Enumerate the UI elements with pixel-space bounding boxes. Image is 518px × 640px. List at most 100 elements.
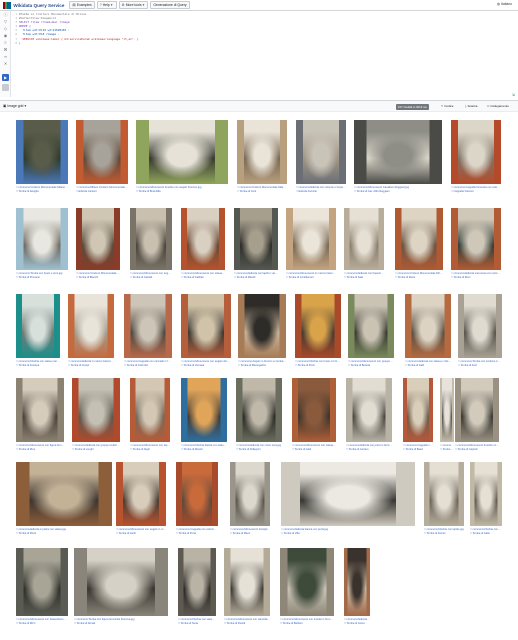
- image-file-link[interactable]: ⛶ commons:Edicola marmorea con cancello.…: [451, 272, 501, 275]
- image-file-link[interactable]: ⛶ commons:Monumento funebre con busto.jp…: [455, 444, 499, 447]
- image-file-link[interactable]: ⛶ commons:Monumento Famiglia Ponti.jpg: [230, 528, 270, 531]
- item-label-link[interactable]: ⛶ Tomba di Negri: [130, 448, 170, 451]
- thumbnail-image[interactable]: [16, 208, 68, 270]
- view-selector[interactable]: ▣ Image grid ▾: [3, 104, 27, 108]
- image-file-link[interactable]: ⛶ commons:Edicola con croce nera.jpg: [236, 444, 282, 447]
- image-card[interactable]: ⛶ commons:Edicola con bassorilievo.jpg⛶ …: [344, 208, 384, 284]
- run-query-button[interactable]: ▶: [2, 74, 9, 81]
- item-label-link[interactable]: ⛶ Tomba di Ferrari: [424, 532, 464, 535]
- image-file-link[interactable]: ⛶ commons:Cappella funeraria con colonne…: [451, 186, 501, 189]
- image-card[interactable]: ⛶ commons:Monumento Famiglia Ponti.jpg⛶ …: [230, 462, 270, 540]
- item-label-link[interactable]: ⛶ Tomba di Donati: [74, 622, 168, 625]
- image-file-link[interactable]: ⛶ commons:Monumento con statua in bronzo…: [292, 444, 336, 447]
- item-label-link[interactable]: ⛶ Tomba di Rizzi: [16, 622, 68, 625]
- image-file-link[interactable]: ⛶ commons:Cimitero Monumentale Milano - …: [16, 186, 68, 189]
- item-label-link[interactable]: ⛶ Tomba di Pirovano: [16, 276, 68, 279]
- image-card[interactable]: ⛶ commons:Cappella con colonne rosse.jpg…: [176, 462, 218, 540]
- thumbnail-image[interactable]: [178, 548, 216, 616]
- image-file-link[interactable]: ⛶ commons:Tomba con figura femminile bro…: [74, 618, 168, 621]
- image-card[interactable]: ⛶ commons:Monumento con figura femminile…: [16, 378, 64, 456]
- thumbnail-image[interactable]: [281, 462, 415, 526]
- thumbnail-image[interactable]: [76, 120, 128, 184]
- image-file-link[interactable]: ⛶ commons:Monumento funebre con angelo b…: [136, 186, 228, 189]
- examples-button[interactable]: ▤ Examples: [69, 1, 95, 9]
- image-file-link[interactable]: ⛶ commons:Monumento con angelo dorato.jp…: [181, 360, 231, 363]
- image-file-link[interactable]: ⛶ commons:Nicchia con busto in bronzo.jp…: [295, 360, 341, 363]
- item-label-link[interactable]: ⛶ Tomba di Ferri: [458, 364, 502, 367]
- image-card[interactable]: ⛶ commons:Edicola bianca con porta.jpg ⛶ …: [281, 462, 415, 540]
- thumbnail-image[interactable]: [16, 294, 60, 358]
- image-card[interactable]: ⛶ commons:Nicchia dipinta con statua.jpg…: [181, 378, 227, 456]
- thumbnail-image[interactable]: [230, 462, 270, 526]
- item-label-link[interactable]: ⛶ Tomba di Ricci: [451, 276, 501, 279]
- image-card[interactable]: ⛶ commons:Edicola con croce nera.jpg ⛶ To…: [236, 378, 282, 456]
- image-file-link[interactable]: ⛶ commons:Nicchia dipinta con statua.jpg: [181, 444, 227, 447]
- thumbnail-image[interactable]: [181, 208, 225, 270]
- thumbnail-image[interactable]: [296, 120, 346, 184]
- thumbnail-image[interactable]: [16, 120, 68, 184]
- image-card[interactable]: ⛶ commons:Edicola in pietra con statua.j…: [16, 462, 112, 540]
- item-label-link[interactable]: ⛶ Tomba di Crespi: [68, 364, 114, 367]
- info-icon[interactable]: ⓘ: [0, 11, 11, 18]
- thumbnail-image[interactable]: [395, 208, 443, 270]
- link-button[interactable]: ∞ Collegamento: [487, 104, 509, 108]
- image-card[interactable]: ⛶ commons:Monumento Cavaliere Reggiani.j…: [354, 120, 442, 198]
- thumbnail-image[interactable]: [458, 294, 502, 358]
- image-card[interactable]: ⛶ commons:Edicola con gruppo scultoreo.j…: [72, 378, 120, 456]
- image-file-link[interactable]: ⛶ commons:Cimitero Monumentale Milano cr…: [237, 186, 287, 189]
- image-card[interactable]: ⛶ commons:Monumento con angelo e portale…: [130, 208, 172, 284]
- query-helper-button[interactable]: Generazione di Query: [150, 1, 190, 9]
- image-file-link[interactable]: ⛶ commons:Edicola con bassorilievo.jpg: [344, 272, 384, 275]
- image-card[interactable]: ⛶ commons:Edicola con statua nera.jpg⛶ T…: [344, 548, 370, 630]
- image-card[interactable]: ⛶ commons:Monumento funebre con angelo b…: [136, 120, 228, 198]
- image-file-link[interactable]: ⛶ commons:Nicchia con statua di santo.jp…: [470, 528, 502, 531]
- image-file-link[interactable]: ⛶ commons:Angelo in bronzo su tomba.jpg: [238, 360, 286, 363]
- editor-resize-icon[interactable]: ⇲: [512, 92, 515, 97]
- item-label-link[interactable]: ⛶ Tomba di Fontana: [16, 364, 60, 367]
- item-label-link[interactable]: ⛶ Tomba di Greco: [344, 622, 370, 625]
- app-title[interactable]: Wikidata Query Service: [13, 3, 64, 8]
- image-card[interactable]: ⛶ commons:Monumento con angelo in marmo.…: [116, 462, 166, 540]
- thumbnail-image[interactable]: [72, 378, 120, 442]
- query-editor[interactable]: 1 #Tombe al Cimitero Monumentale di Milan…: [12, 12, 212, 45]
- thumbnail-image[interactable]: [403, 378, 433, 442]
- download-button[interactable]: ⤓ Scarica: [465, 104, 477, 108]
- item-label-link[interactable]: ⛶ Tomba di Galli: [405, 364, 451, 367]
- thumbnail-image[interactable]: [136, 120, 228, 184]
- item-label-link[interactable]: ⛶ Tomba di Colombo: [124, 364, 172, 367]
- image-card[interactable]: ⛶ commons:Nicchia con statua di santo.jp…: [470, 462, 502, 540]
- image-file-link[interactable]: ⛶ commons:Edicola in pietra con statua.j…: [16, 528, 112, 531]
- thumbnail-image[interactable]: [424, 462, 464, 526]
- item-label-link[interactable]: ⛶ Tomba di Bianchi: [76, 276, 120, 279]
- thumbnail-image[interactable]: [234, 208, 278, 270]
- image-file-link[interactable]: ⛶ commons:Edicola con statua e colonne.j…: [405, 360, 451, 363]
- image-file-link[interactable]: ⛶ commons:Edicola con colonne e timpano.…: [296, 186, 346, 189]
- image-file-link[interactable]: ⛶ commons:Cappella con vetrata colorata.…: [403, 444, 433, 447]
- image-file-link[interactable]: ⛶ commons:Cappella con colonne rosse.jpg: [176, 528, 218, 531]
- code-button[interactable]: ‹› Codice: [441, 104, 454, 108]
- image-card[interactable]: ⛶ commons:Cappella con cancello in ferro…: [124, 294, 172, 372]
- thumbnail-image[interactable]: [344, 208, 384, 270]
- list-icon[interactable]: ≡: [0, 39, 11, 46]
- image-file-link[interactable]: ⛶ commons:Nicchia con statua scura.jpg: [178, 618, 216, 621]
- eye-icon[interactable]: ◉: [0, 32, 11, 39]
- image-file-link[interactable]: ⛶ commons:Monumento con gruppo bronzeo.j…: [348, 360, 394, 363]
- item-label-link[interactable]: ⛶ Tomba di Ponti: [295, 364, 341, 367]
- settings-button[interactable]: [2, 84, 9, 91]
- item-label-link[interactable]: ⛶ Tomba di Vismara: [181, 364, 231, 367]
- image-card[interactable]: ⛶ commons:Nicchia con lapide.jpg ⛶ Tomba …: [424, 462, 464, 540]
- image-file-link[interactable]: ⛶ commons:Edicola con gruppo scultoreo.j…: [72, 444, 120, 447]
- image-card[interactable]: ⛶ commons:Cimitero Monumentale Milano cr…: [237, 120, 287, 198]
- thumbnail-image[interactable]: [280, 548, 334, 616]
- thumbnail-image[interactable]: [224, 548, 270, 616]
- image-card[interactable]: ⛶ commons:Milano Cimitero Monumentale ed…: [76, 120, 128, 198]
- thumbnail-image[interactable]: [116, 462, 166, 526]
- item-label-link[interactable]: ⛶ Tomba di Porta: [176, 532, 218, 535]
- image-file-link[interactable]: ⛶ commons:Tomba con ritratto in bronzo.j…: [440, 444, 454, 447]
- image-card[interactable]: ⛶ commons:Monumento con gruppo bronzeo.j…: [348, 294, 394, 372]
- thumbnail-image[interactable]: [176, 462, 218, 526]
- image-file-link[interactable]: ⛶ commons:Cimitero Monumentale di Milano…: [76, 272, 120, 275]
- image-card[interactable]: ⛶ commons:Monumento con statua in nicchi…: [181, 208, 225, 284]
- item-label-link[interactable]: ⛶ Tomba di Confalonieri: [286, 276, 336, 279]
- thumbnail-image[interactable]: [68, 294, 114, 358]
